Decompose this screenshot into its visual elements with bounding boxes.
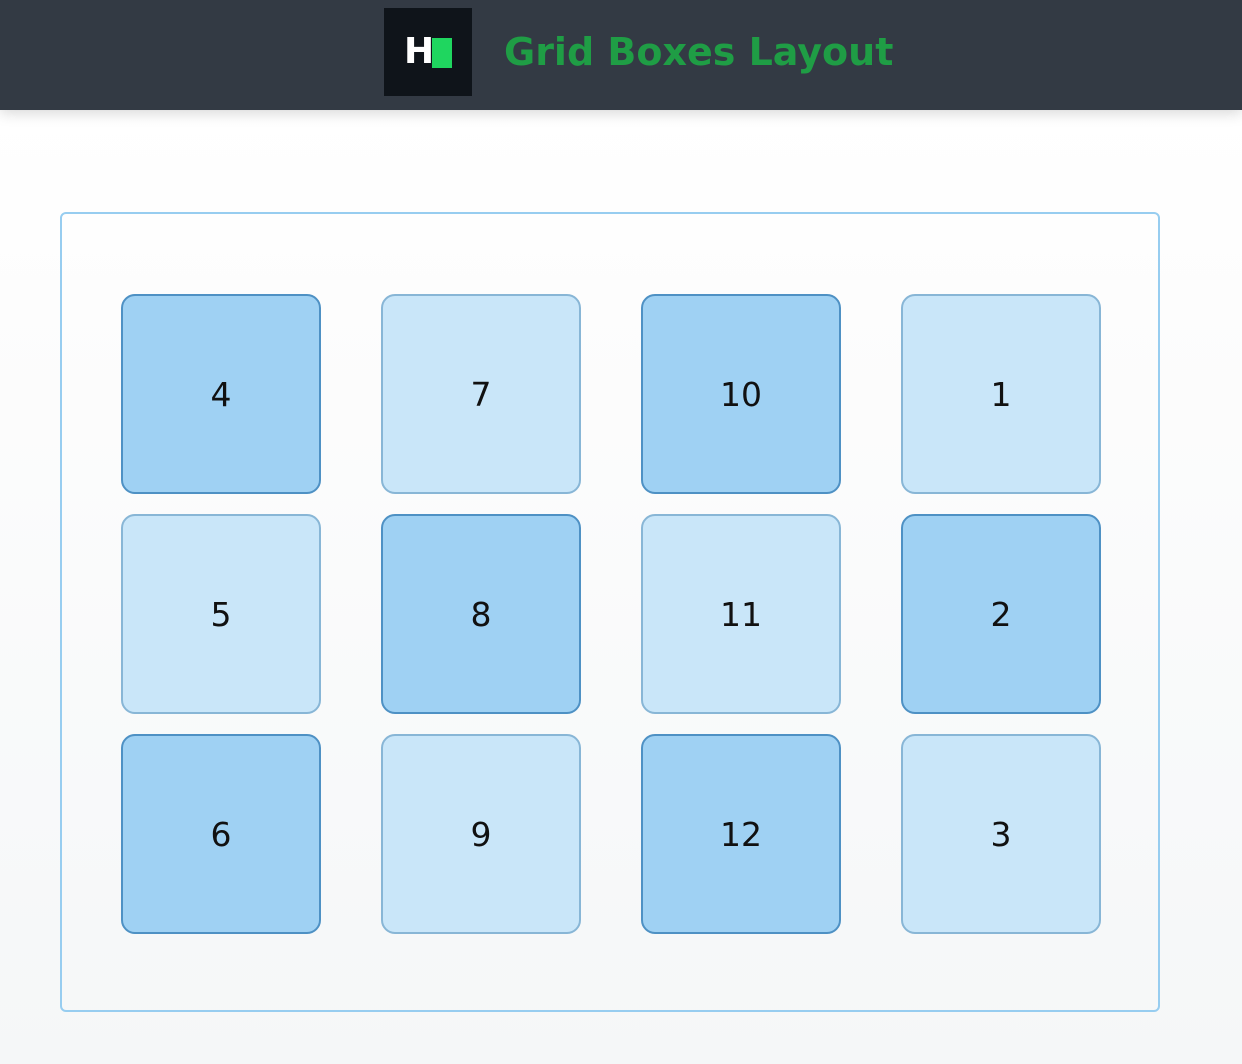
page-title: Grid Boxes Layout — [504, 30, 894, 74]
grid-box-3[interactable]: 3 — [901, 734, 1101, 934]
logo-letter: H — [404, 31, 435, 72]
grid-box-11[interactable]: 11 — [641, 514, 841, 714]
hackerrank-logo[interactable]: H — [384, 8, 472, 96]
grid-box-2[interactable]: 2 — [901, 514, 1101, 714]
logo-block-icon — [432, 38, 452, 68]
grid-box-9[interactable]: 9 — [381, 734, 581, 934]
top-nav-bar: H Grid Boxes Layout — [0, 0, 1242, 110]
grid-box-7[interactable]: 7 — [381, 294, 581, 494]
grid-box-5[interactable]: 5 — [121, 514, 321, 714]
grid-box-8[interactable]: 8 — [381, 514, 581, 714]
grid-box-12[interactable]: 12 — [641, 734, 841, 934]
grid-box-6[interactable]: 6 — [121, 734, 321, 934]
grid-box-1[interactable]: 1 — [901, 294, 1101, 494]
grid-box-10[interactable]: 10 — [641, 294, 841, 494]
grid-box-4[interactable]: 4 — [121, 294, 321, 494]
